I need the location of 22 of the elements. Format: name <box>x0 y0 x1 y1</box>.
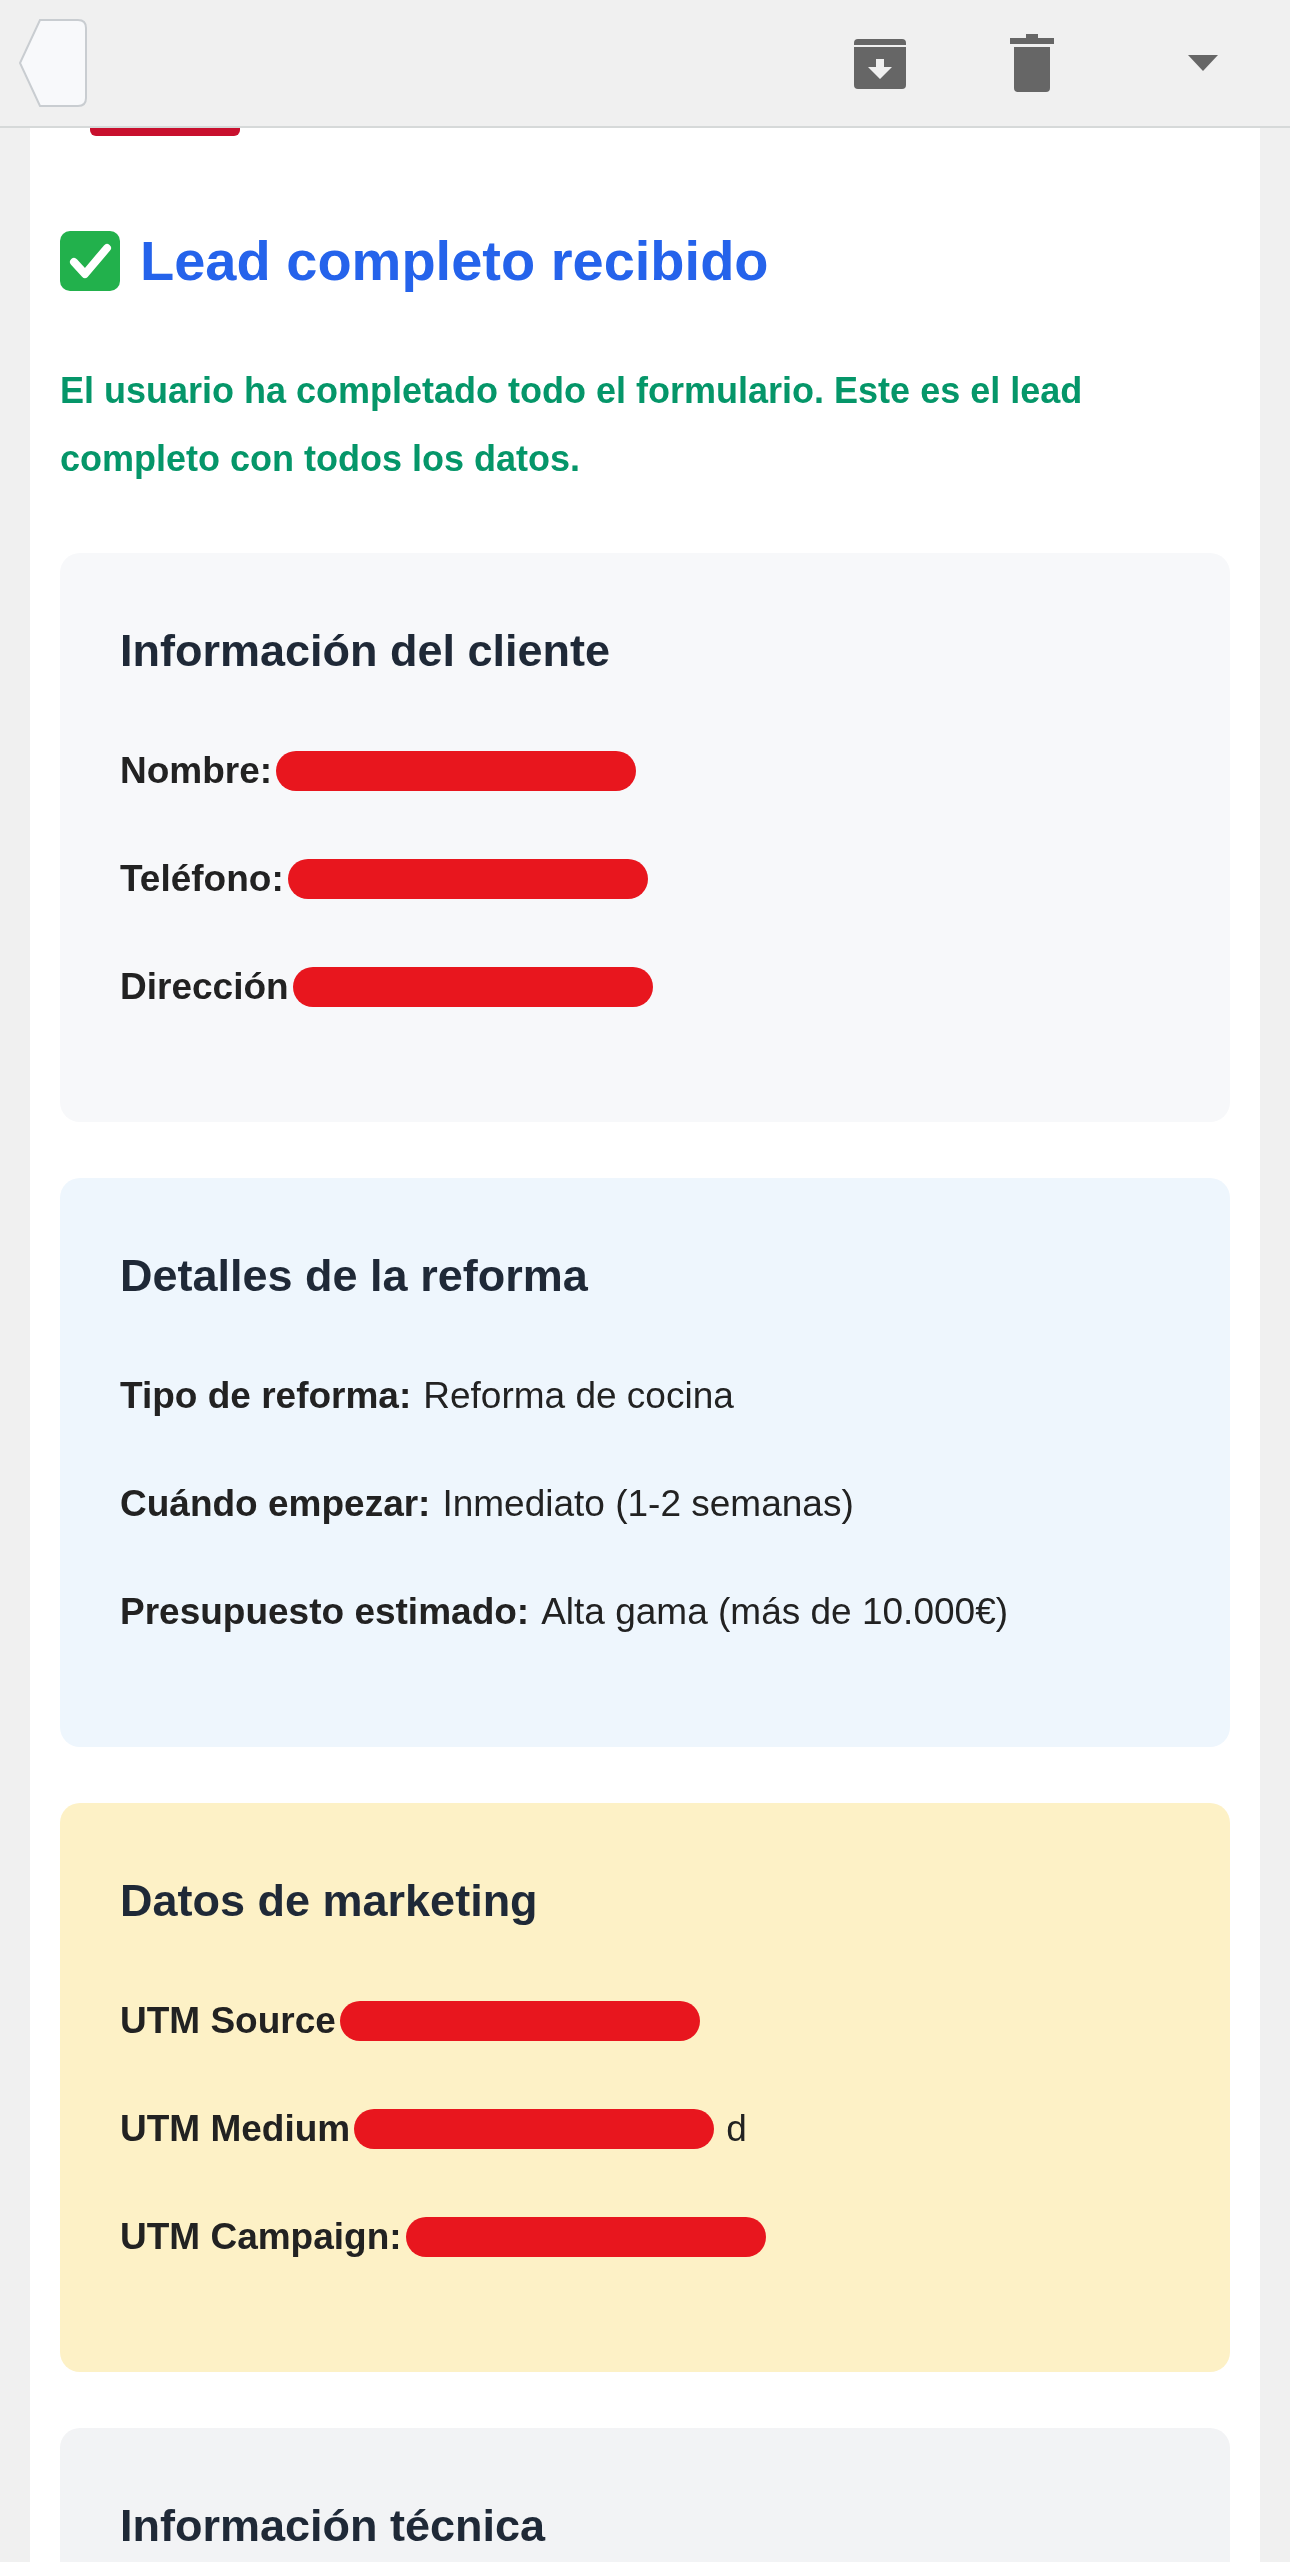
field-label: UTM Source <box>120 2000 336 2042</box>
field-label: UTM Campaign: <box>120 2216 402 2258</box>
trash-icon[interactable] <box>1010 34 1054 92</box>
field-label: Nombre: <box>120 750 273 792</box>
check-icon <box>60 230 120 291</box>
field-value: Inmediato (1-2 semanas) <box>442 1483 854 1525</box>
field-value: Alta gama (más de 10.000€) <box>541 1591 1009 1633</box>
field-label: Tipo de reforma: <box>120 1375 412 1417</box>
caret-icon[interactable] <box>1188 55 1218 71</box>
section-title: Datos de marketing <box>120 1875 539 1927</box>
field-label: Cuándo empezar: <box>120 1483 431 1525</box>
notice-text: El usuario ha completado todo el formulario. Este es el lead completo con todos los datos. <box>60 369 1084 481</box>
field-label: Presupuesto estimado: <box>120 1591 530 1633</box>
field-label: UTM Medium <box>120 2108 351 2150</box>
field-value: Reforma de cocina <box>423 1375 734 1417</box>
field-value: d <box>726 2108 747 2150</box>
field-label: Teléfono: <box>120 858 284 900</box>
section-title: Detalles de la reforma <box>120 1250 589 1302</box>
field-label: Dirección <box>120 966 289 1008</box>
section-title: Información del cliente <box>120 625 612 677</box>
section-title: Información técnica <box>120 2500 547 2552</box>
lead-title: Lead completo recibido <box>140 228 769 293</box>
